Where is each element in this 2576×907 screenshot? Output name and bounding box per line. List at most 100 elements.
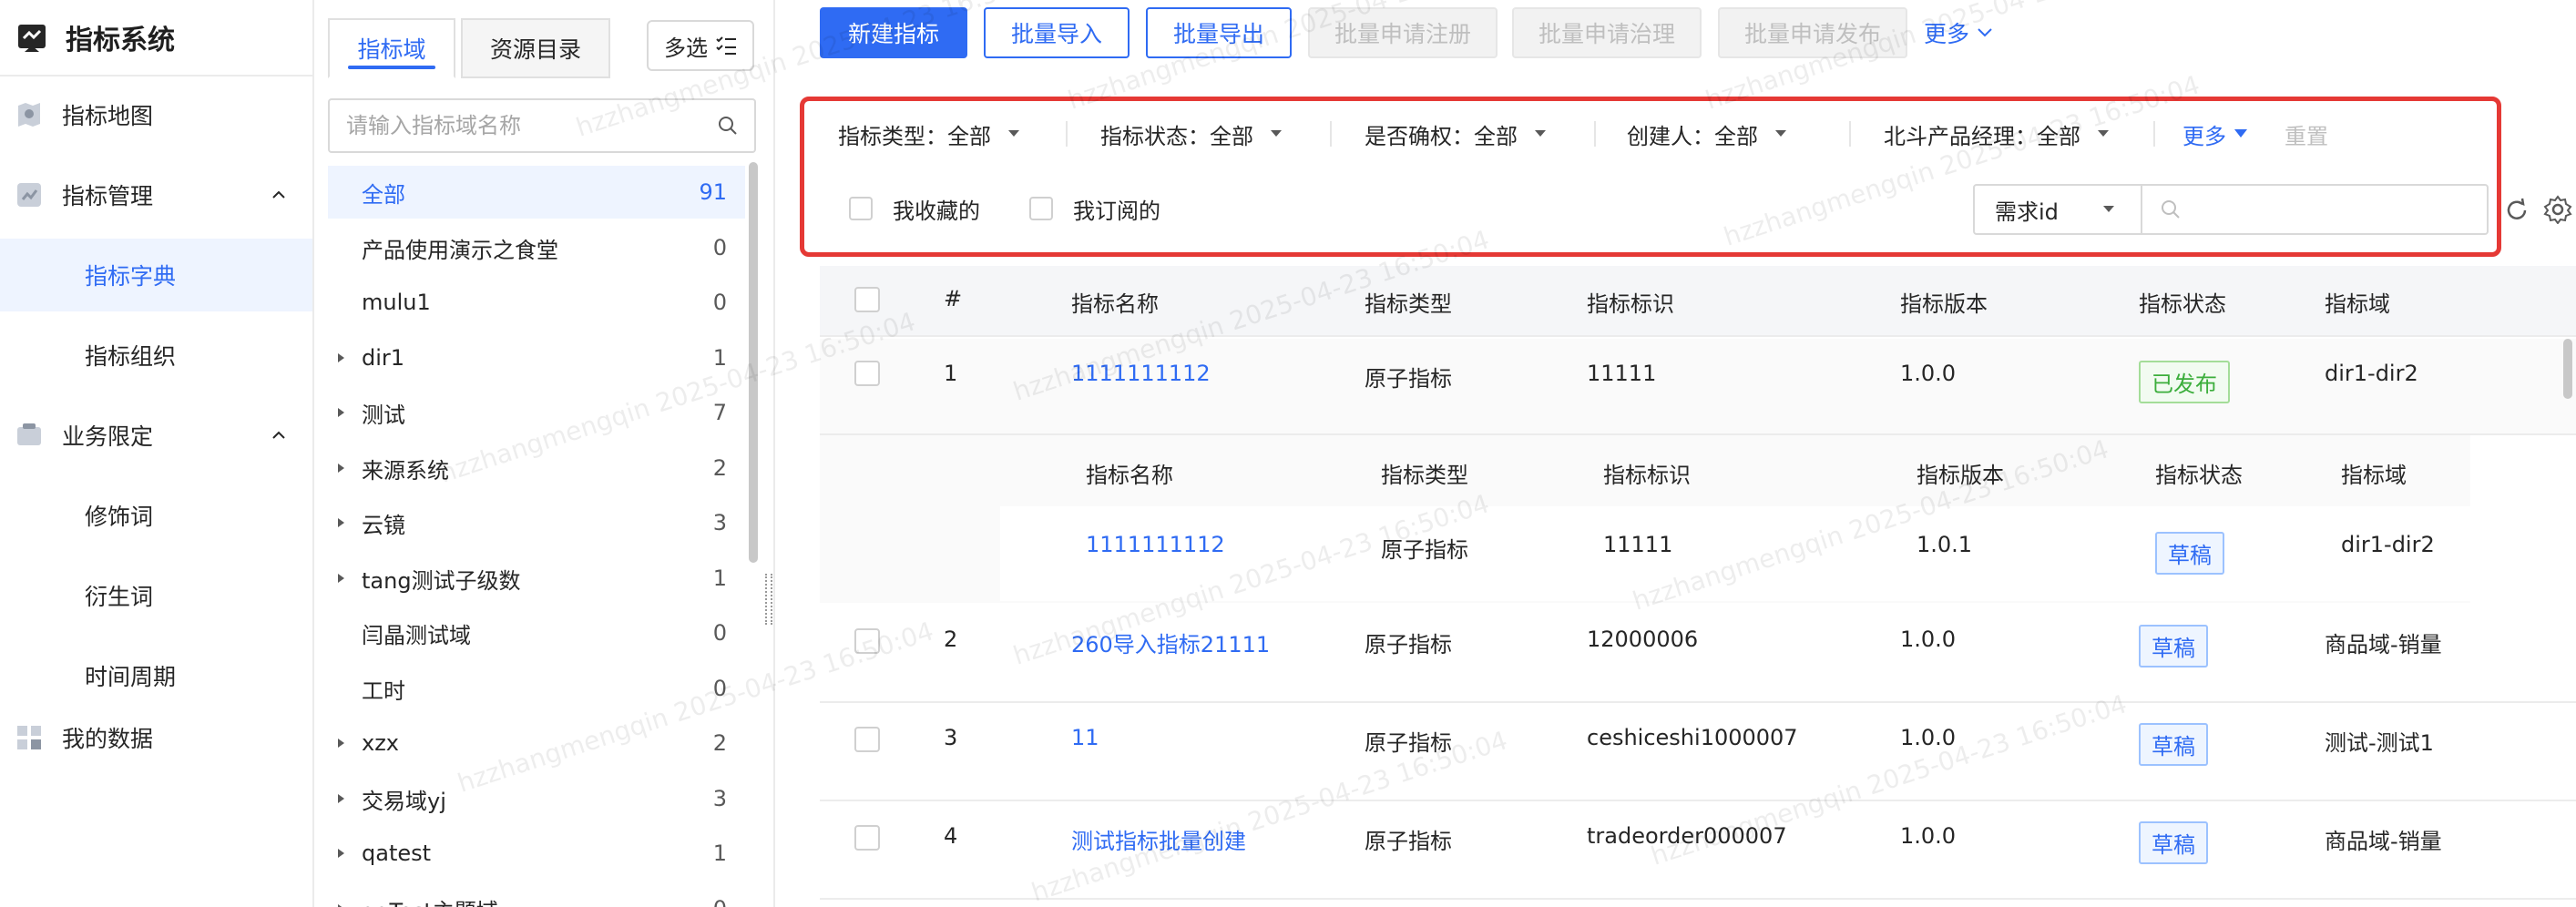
select-all-checkbox[interactable]: [854, 287, 880, 312]
cell-name-link[interactable]: 260导入指标21111: [1071, 627, 1270, 658]
batch-export-button[interactable]: 批量导出: [1146, 7, 1292, 58]
toolbar-more-button[interactable]: 更多: [1924, 7, 1993, 58]
more-filters-label: 更多: [2182, 123, 2226, 149]
nav-item-map[interactable]: 指标地图: [0, 78, 312, 151]
cell-name-link[interactable]: 1111111112: [1071, 361, 1211, 386]
tree-item-label: 来源系统: [362, 457, 449, 484]
search-field-select[interactable]: 需求id: [1973, 184, 2142, 235]
cell-name-link[interactable]: 11: [1071, 725, 1099, 750]
col-header-domain[interactable]: 指标域: [2325, 286, 2390, 318]
search-input[interactable]: [2190, 187, 2487, 232]
caret-right-icon[interactable]: [335, 573, 346, 584]
tree-item-count: 1: [712, 345, 727, 371]
batch-import-button[interactable]: 批量导入: [984, 7, 1130, 58]
tree-item[interactable]: 交易域yj 3: [328, 772, 745, 825]
nav-item-org[interactable]: 指标组织: [0, 319, 312, 392]
nav-item-modifier[interactable]: 修饰词: [0, 479, 312, 552]
tree-item-label: 产品使用演示之食堂: [362, 237, 558, 263]
tree-item[interactable]: mulu1 0: [328, 276, 745, 329]
tree-item-count: 1: [712, 841, 727, 866]
caret-right-icon[interactable]: [335, 738, 346, 749]
tree-item[interactable]: qqTest主题域 0: [328, 882, 745, 907]
tree-item[interactable]: 产品使用演示之食堂 0: [328, 221, 745, 274]
nav-item-manage[interactable]: 指标管理: [0, 158, 312, 231]
row-checkbox[interactable]: [854, 825, 880, 851]
nav-item-mydata[interactable]: 我的数据: [0, 701, 312, 774]
search-icon[interactable]: [716, 114, 740, 138]
checkbox[interactable]: [1029, 197, 1053, 220]
col-header-version[interactable]: 指标版本: [1900, 286, 1988, 318]
caret-right-icon[interactable]: [335, 407, 346, 418]
tree-item[interactable]: dir1 1: [328, 331, 745, 384]
tree-item-count: 7: [712, 400, 727, 425]
favorited-checkbox[interactable]: 我收藏的: [849, 193, 980, 224]
caret-right-icon[interactable]: [335, 517, 346, 528]
table-row[interactable]: [820, 703, 2576, 801]
status-badge-draft: 草稿: [2139, 821, 2208, 864]
tree-item[interactable]: qatest 1: [328, 827, 745, 880]
nav-item-dict[interactable]: 指标字典: [0, 239, 312, 311]
batch-apply-publish-button[interactable]: 批量申请发布: [1718, 7, 1907, 58]
filter-creator-label: 创建人：全部: [1627, 123, 1758, 149]
col-header-name[interactable]: 指标名称: [1071, 286, 1159, 318]
row-checkbox[interactable]: [854, 628, 880, 654]
filter-metric-type[interactable]: 指标类型：全部: [838, 118, 1020, 149]
tree-item[interactable]: 来源系统 2: [328, 442, 745, 494]
filter-divider: [1066, 121, 1068, 147]
caret-right-icon[interactable]: [335, 352, 346, 363]
tree-item[interactable]: 云镜 3: [328, 496, 745, 549]
tree-item-label: 云镜: [362, 512, 405, 538]
tree-item-count: 0: [712, 235, 727, 260]
refresh-icon[interactable]: [2503, 197, 2530, 224]
filter-product-manager-label: 北斗产品经理：全部: [1884, 123, 2080, 149]
tree-item[interactable]: tang测试子级数 1: [328, 552, 745, 605]
multi-select-label: 多选: [664, 35, 708, 61]
tree-scrollbar[interactable]: [749, 162, 758, 563]
nav-item-biz[interactable]: 业务限定: [0, 399, 312, 472]
caret-right-icon[interactable]: [335, 463, 346, 474]
tree-item[interactable]: 闫晶测试域 0: [328, 606, 745, 659]
caret-right-icon[interactable]: [335, 848, 346, 859]
filter-confirmed[interactable]: 是否确权：全部: [1365, 118, 1547, 149]
sub-cell-type: 原子指标: [1381, 537, 1468, 563]
more-filters-button[interactable]: 更多: [2182, 118, 2248, 149]
table-row[interactable]: [820, 339, 2576, 435]
filter-creator[interactable]: 创建人：全部: [1627, 118, 1787, 149]
subscribed-checkbox[interactable]: 我订阅的: [1029, 193, 1160, 224]
table-scrollbar[interactable]: [2563, 339, 2572, 399]
sub-cell-name-link[interactable]: 1111111112: [1086, 532, 1225, 557]
list-check-icon: [716, 36, 736, 55]
tab-resource-catalog[interactable]: 资源目录: [461, 18, 610, 78]
new-metric-button[interactable]: 新建指标: [820, 7, 967, 58]
app-brand[interactable]: 指标系统: [0, 0, 312, 76]
col-header-type[interactable]: 指标类型: [1365, 286, 1452, 318]
batch-apply-register-button[interactable]: 批量申请注册: [1308, 7, 1498, 58]
tree-item[interactable]: xzx 2: [328, 717, 745, 769]
domain-search-input[interactable]: [330, 101, 716, 150]
filter-metric-status[interactable]: 指标状态：全部: [1100, 118, 1283, 149]
tab-domain[interactable]: 指标域: [328, 18, 455, 78]
panel-resize-handle[interactable]: [765, 574, 772, 625]
settings-gear-icon[interactable]: [2543, 195, 2572, 224]
caret-down-icon: [2098, 130, 2109, 137]
nav-item-derived[interactable]: 衍生词: [0, 559, 312, 632]
col-header-code[interactable]: 指标标识: [1587, 286, 1674, 318]
checkbox[interactable]: [849, 197, 873, 220]
tree-item-count: 0: [712, 676, 727, 701]
reset-button[interactable]: 重置: [2285, 118, 2328, 149]
tree-item[interactable]: 测试 7: [328, 386, 745, 439]
filter-product-manager[interactable]: 北斗产品经理：全部: [1884, 118, 2110, 149]
tree-item[interactable]: 工时 0: [328, 662, 745, 715]
caret-right-icon[interactable]: [335, 793, 346, 804]
multi-select-button[interactable]: 多选: [647, 20, 754, 71]
cell-version: 1.0.0: [1900, 725, 1957, 750]
tree-item[interactable]: 全部 91: [328, 166, 745, 219]
col-header-status[interactable]: 指标状态: [2139, 286, 2226, 318]
batch-apply-govern-button[interactable]: 批量申请治理: [1512, 7, 1702, 58]
caret-right-icon[interactable]: [335, 903, 346, 907]
row-checkbox[interactable]: [854, 727, 880, 752]
row-checkbox[interactable]: [854, 361, 880, 386]
tree-item-label: 闫晶测试域: [362, 622, 471, 648]
cell-name-link[interactable]: 测试指标批量创建: [1071, 823, 1246, 855]
cell-version: 1.0.0: [1900, 361, 1957, 386]
